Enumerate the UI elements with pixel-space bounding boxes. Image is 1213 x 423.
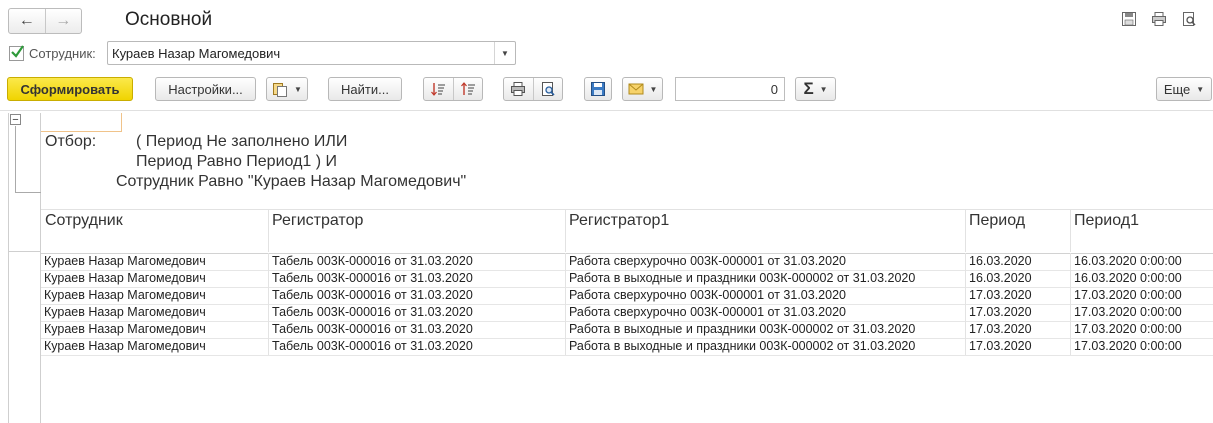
cell-period[interactable]: 17.03.2020: [969, 288, 1032, 302]
group-line: [15, 126, 16, 192]
sort-desc-button[interactable]: [454, 78, 483, 100]
employee-checkbox[interactable]: [9, 45, 24, 61]
column-header-registrar[interactable]: Регистратор: [272, 212, 363, 230]
table-row: Кураев Назар Магомедович Табель 003К-000…: [41, 287, 1213, 305]
cell-registrar[interactable]: Табель 003К-000016 от 31.03.2020: [272, 339, 473, 353]
cell-employee[interactable]: Кураев Назар Магомедович: [44, 288, 206, 302]
cell-period[interactable]: 17.03.2020: [969, 339, 1032, 353]
table-row: Кураев Назар Магомедович Табель 003К-000…: [41, 304, 1213, 322]
cell-registrar[interactable]: Табель 003К-000016 от 31.03.2020: [272, 322, 473, 336]
filter-line-1: ( Период Не заполнено ИЛИ: [136, 133, 348, 150]
table-row: Кураев Назар Магомедович Табель 003К-000…: [41, 253, 1213, 271]
save-icon: [591, 82, 605, 96]
cell-registrar[interactable]: Табель 003К-000016 от 31.03.2020: [272, 288, 473, 302]
cell-registrar[interactable]: Табель 003К-000016 от 31.03.2020: [272, 254, 473, 268]
cell-period1[interactable]: 17.03.2020 0:00:00: [1074, 322, 1182, 336]
cell-period1[interactable]: 16.03.2020 0:00:00: [1074, 271, 1182, 285]
cell-registrar[interactable]: Табель 003К-000016 от 31.03.2020: [272, 271, 473, 285]
cell-registrar[interactable]: Табель 003К-000016 от 31.03.2020: [272, 305, 473, 319]
more-button[interactable]: Еще ▼: [1156, 77, 1212, 101]
generate-button[interactable]: Сформировать: [7, 77, 133, 101]
employee-label: Сотрудник:: [29, 46, 96, 61]
employee-value: Кураев Назар Магомедович: [112, 46, 281, 61]
chevron-down-icon[interactable]: ▼: [494, 42, 515, 64]
table-row: Кураев Назар Магомедович Табель 003К-000…: [41, 338, 1213, 356]
preview-icon[interactable]: [1181, 11, 1197, 27]
group-line-end: [15, 192, 41, 193]
column-header-registrar1[interactable]: Регистратор1: [569, 212, 669, 230]
table-row: Кураев Назар Магомедович Табель 003К-000…: [41, 321, 1213, 339]
column-header-employee[interactable]: Сотрудник: [45, 212, 123, 230]
chevron-down-icon: ▼: [1196, 84, 1205, 94]
cell-period1[interactable]: 17.03.2020 0:00:00: [1074, 305, 1182, 319]
copy-icon: [273, 83, 288, 97]
sum-button[interactable]: Σ ▼: [795, 77, 836, 101]
print-icon: [511, 82, 526, 96]
sort-button-group: [423, 77, 483, 101]
sort-asc-icon: [431, 83, 446, 96]
forward-button[interactable]: →: [44, 9, 82, 33]
cell-registrar1[interactable]: Работа сверхурочно 003К-000001 от 31.03.…: [569, 305, 846, 319]
copy-dropdown-button[interactable]: ▼: [266, 77, 308, 101]
table-header: Сотрудник Регистратор Регистратор1 Перио…: [41, 209, 1213, 254]
sort-asc-button[interactable]: [424, 78, 454, 100]
sort-desc-icon: [460, 82, 475, 95]
employee-field[interactable]: Кураев Назар Магомедович ▼: [107, 41, 516, 65]
cell-period1[interactable]: 16.03.2020 0:00:00: [1074, 254, 1182, 268]
cell-period[interactable]: 16.03.2020: [969, 271, 1032, 285]
save-icon[interactable]: [1121, 11, 1137, 27]
print-button[interactable]: [504, 78, 534, 100]
checkbox-check-icon: [11, 45, 24, 58]
cell-employee[interactable]: Кураев Назар Магомедович: [44, 271, 206, 285]
filter-line-3: Сотрудник Равно "Кураев Назар Магомедови…: [116, 173, 467, 190]
window-actions: [1121, 11, 1197, 27]
nav-buttons: ← →: [8, 8, 82, 34]
print-button-group: [503, 77, 563, 101]
find-button[interactable]: Найти...: [328, 77, 402, 101]
column-header-period1[interactable]: Период1: [1074, 212, 1139, 230]
filter-label: Отбор:: [45, 133, 97, 150]
chevron-down-icon: ▼: [649, 84, 658, 94]
report-divider: [0, 110, 1213, 111]
report-gutter: [8, 113, 9, 423]
print-icon[interactable]: [1151, 11, 1167, 27]
back-button[interactable]: ←: [9, 9, 45, 33]
table-row: Кураев Назар Магомедович Табель 003К-000…: [41, 270, 1213, 288]
cell-employee[interactable]: Кураев Назар Магомедович: [44, 322, 206, 336]
more-label: Еще: [1163, 81, 1191, 97]
cell-registrar1[interactable]: Работа сверхурочно 003К-000001 от 31.03.…: [569, 254, 846, 268]
cell-registrar1[interactable]: Работа в выходные и праздники 003К-00000…: [569, 322, 915, 336]
cell-registrar1[interactable]: Работа в выходные и праздники 003К-00000…: [569, 339, 915, 353]
collapse-icon[interactable]: −: [10, 114, 21, 126]
selected-cell[interactable]: [41, 113, 122, 132]
filter-line-2: Период Равно Период1 ) И: [136, 153, 338, 170]
cell-period1[interactable]: 17.03.2020 0:00:00: [1074, 288, 1182, 302]
column-header-period[interactable]: Период: [969, 212, 1025, 230]
chevron-down-icon: ▼: [819, 84, 828, 94]
mail-icon: [628, 83, 644, 95]
cell-employee[interactable]: Кураев Назар Магомедович: [44, 305, 206, 319]
report-gutter-tick: [8, 251, 41, 252]
sum-icon: Σ: [803, 79, 814, 98]
preview-button[interactable]: [534, 78, 563, 100]
mail-dropdown-button[interactable]: ▼: [622, 77, 663, 101]
cell-registrar1[interactable]: Работа в выходные и праздники 003К-00000…: [569, 271, 915, 285]
cell-registrar1[interactable]: Работа сверхурочно 003К-000001 от 31.03.…: [569, 288, 846, 302]
settings-button[interactable]: Настройки...: [155, 77, 256, 101]
page-title: Основной: [125, 9, 213, 30]
cell-period[interactable]: 16.03.2020: [969, 254, 1032, 268]
cell-period[interactable]: 17.03.2020: [969, 322, 1032, 336]
chevron-down-icon: ▼: [294, 84, 302, 94]
cell-period[interactable]: 17.03.2020: [969, 305, 1032, 319]
cell-period1[interactable]: 17.03.2020 0:00:00: [1074, 339, 1182, 353]
cell-employee[interactable]: Кураев Назар Магомедович: [44, 254, 206, 268]
preview-icon: [541, 82, 555, 96]
sum-value-field[interactable]: 0: [675, 77, 785, 101]
save-button[interactable]: [584, 77, 612, 101]
cell-employee[interactable]: Кураев Назар Магомедович: [44, 339, 206, 353]
